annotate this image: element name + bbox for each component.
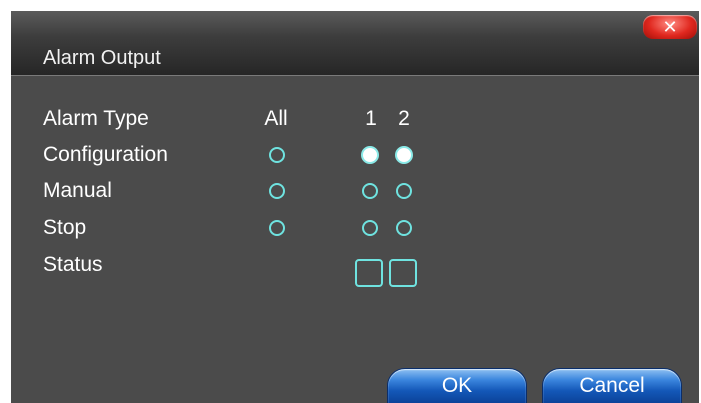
ok-button[interactable]: OK — [387, 368, 527, 403]
radio-ch2-stop[interactable] — [396, 220, 412, 236]
close-button[interactable]: ✕ — [643, 15, 697, 39]
radio-ch2-configuration[interactable] — [395, 146, 413, 164]
close-icon: ✕ — [662, 17, 678, 37]
status-indicator-channel-2 — [389, 259, 417, 287]
radio-ch1-configuration[interactable] — [361, 146, 379, 164]
alarm-output-dialog: Alarm Output ✕ Alarm Type Configuration … — [11, 11, 699, 403]
radio-all-configuration[interactable] — [269, 147, 285, 163]
radio-ch1-stop[interactable] — [362, 220, 378, 236]
row-label-alarm-type: Alarm Type — [43, 107, 149, 130]
radio-ch1-manual[interactable] — [362, 183, 378, 199]
radio-all-manual[interactable] — [269, 183, 285, 199]
column-header-channel-1: 1 — [365, 107, 377, 130]
status-indicator-channel-1 — [355, 259, 383, 287]
row-label-status: Status — [43, 253, 103, 276]
column-header-all: All — [264, 107, 288, 130]
cancel-button[interactable]: Cancel — [542, 368, 682, 403]
dialog-title: Alarm Output — [43, 47, 161, 69]
column-header-channel-2: 2 — [398, 107, 410, 130]
radio-ch2-manual[interactable] — [396, 183, 412, 199]
radio-all-stop[interactable] — [269, 220, 285, 236]
row-label-stop: Stop — [43, 216, 87, 239]
title-bar: Alarm Output ✕ — [11, 11, 699, 76]
row-label-configuration: Configuration — [43, 143, 168, 166]
row-label-manual: Manual — [43, 179, 112, 202]
